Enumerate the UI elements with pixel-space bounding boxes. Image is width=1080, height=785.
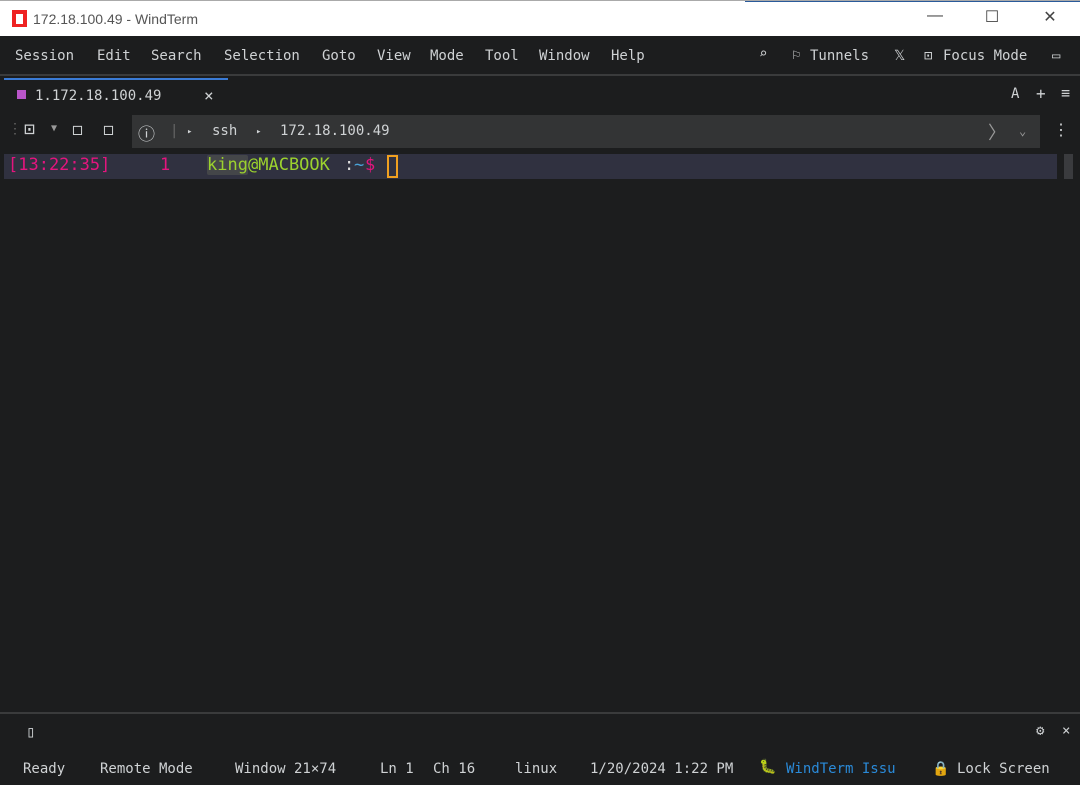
prompt-path: ~	[354, 155, 364, 175]
drag-handle-icon[interactable]: ⋮	[8, 121, 22, 137]
tab-close-icon[interactable]: ×	[204, 86, 214, 105]
breadcrumb-arrow-icon: ▸	[256, 127, 261, 137]
close-button[interactable]: ✕	[1035, 7, 1065, 27]
bug-icon: 🐛	[759, 759, 776, 775]
status-ready: Ready	[23, 761, 65, 777]
menu-tool[interactable]: Tool	[485, 48, 519, 64]
maximize-button[interactable]: ☐	[977, 7, 1007, 27]
status-column: Ch 16	[433, 761, 475, 777]
menu-selection[interactable]: Selection	[224, 48, 300, 64]
x-button[interactable]: 𝕏	[894, 48, 905, 64]
panel-close-icon[interactable]: ×	[1062, 723, 1070, 739]
tunnels-button[interactable]: Tunnels	[810, 48, 869, 64]
title-bar: 172.18.100.49 - WindTerm — ☐ ✕	[0, 0, 1080, 36]
prompt-colon: :	[344, 155, 354, 175]
menu-goto[interactable]: Goto	[322, 48, 356, 64]
breadcrumb-host[interactable]: 172.18.100.49	[280, 123, 390, 139]
status-os: linux	[515, 761, 557, 777]
scrollbar[interactable]	[1064, 154, 1073, 179]
lock-screen-button[interactable]: Lock Screen	[957, 761, 1050, 777]
menu-bar: Session Edit Search Selection Goto View …	[0, 36, 1080, 76]
timestamp: [13:22:35]	[8, 155, 110, 175]
status-mode[interactable]: Remote Mode	[100, 761, 193, 777]
menu-edit[interactable]: Edit	[97, 48, 131, 64]
tab-session[interactable]: 1.172.18.100.49 ×	[4, 78, 228, 112]
sender-icon[interactable]: ▯	[26, 722, 36, 741]
status-datetime: 1/20/2024 1:22 PM	[590, 761, 736, 777]
layout-icon[interactable]: ▭	[1052, 48, 1060, 64]
prompt-host: @MACBOOK	[248, 155, 330, 175]
lock-icon: 🔒	[932, 761, 949, 777]
chevron-down-icon[interactable]: ⌄	[1019, 124, 1026, 138]
duplicate-session-icon[interactable]: ◻	[103, 119, 114, 140]
tab-menu-button[interactable]: ≡	[1061, 84, 1070, 102]
close-session-icon[interactable]: ◻	[72, 119, 83, 140]
tab-bar: 1.172.18.100.49 × A + ≡	[2, 78, 1078, 114]
focus-mode-button[interactable]: Focus Mode	[943, 48, 1027, 64]
new-tab-button[interactable]: +	[1036, 84, 1046, 103]
menu-mode[interactable]: Mode	[430, 48, 464, 64]
status-panel: ▯ ⚙ × Ready Remote Mode Window 21×74 Ln …	[0, 712, 1080, 785]
separator: |	[170, 123, 178, 139]
menu-session[interactable]: Session	[15, 48, 74, 64]
font-button[interactable]: A	[1011, 86, 1019, 102]
prompt-user: king	[207, 155, 248, 175]
session-toolbar: ⋮ ⊡ ▼ ◻ ◻ ⓘ | ▸ ssh ▸ 172.18.100.49 〉 ⌄ …	[0, 115, 1080, 149]
title-accent	[745, 1, 1080, 2]
dropdown-arrow-icon[interactable]: ▼	[51, 123, 57, 134]
address-bar[interactable]: ⓘ | ▸ ssh ▸ 172.18.100.49 〉 ⌄	[132, 115, 1040, 148]
issue-link[interactable]: WindTerm Issu	[786, 761, 896, 777]
tab-color-marker	[17, 90, 26, 99]
focus-icon: ⊡	[924, 48, 932, 64]
breadcrumb-protocol[interactable]: ssh	[212, 123, 237, 139]
terminal-area[interactable]: [13:22:35] 1 king @MACBOOK : ~ $	[0, 150, 1080, 712]
settings-icon[interactable]: ⚙	[1036, 723, 1044, 739]
breadcrumb-arrow-icon: ▸	[187, 127, 192, 137]
menu-view[interactable]: View	[377, 48, 411, 64]
more-options-icon[interactable]: ⋮	[1053, 120, 1069, 139]
menu-window[interactable]: Window	[539, 48, 590, 64]
chevron-right-icon[interactable]: 〉	[988, 119, 1006, 145]
cursor	[387, 155, 398, 178]
status-window-size: Window 21×74	[235, 761, 336, 777]
status-line: Ln 1	[380, 761, 414, 777]
minimize-button[interactable]: —	[920, 7, 950, 25]
line-number: 1	[160, 155, 170, 175]
tab-label: 1.172.18.100.49	[35, 88, 161, 104]
tunnels-icon: ⚐	[792, 47, 800, 63]
new-session-icon[interactable]: ⊡	[24, 119, 35, 140]
window-title: 172.18.100.49 - WindTerm	[33, 11, 198, 27]
menu-help[interactable]: Help	[611, 48, 645, 64]
windterm-logo-icon	[12, 10, 27, 27]
search-icon[interactable]: ⌕	[759, 46, 767, 62]
prompt-symbol: $	[365, 155, 375, 175]
info-icon[interactable]: ⓘ	[138, 120, 155, 145]
menu-search[interactable]: Search	[151, 48, 202, 64]
